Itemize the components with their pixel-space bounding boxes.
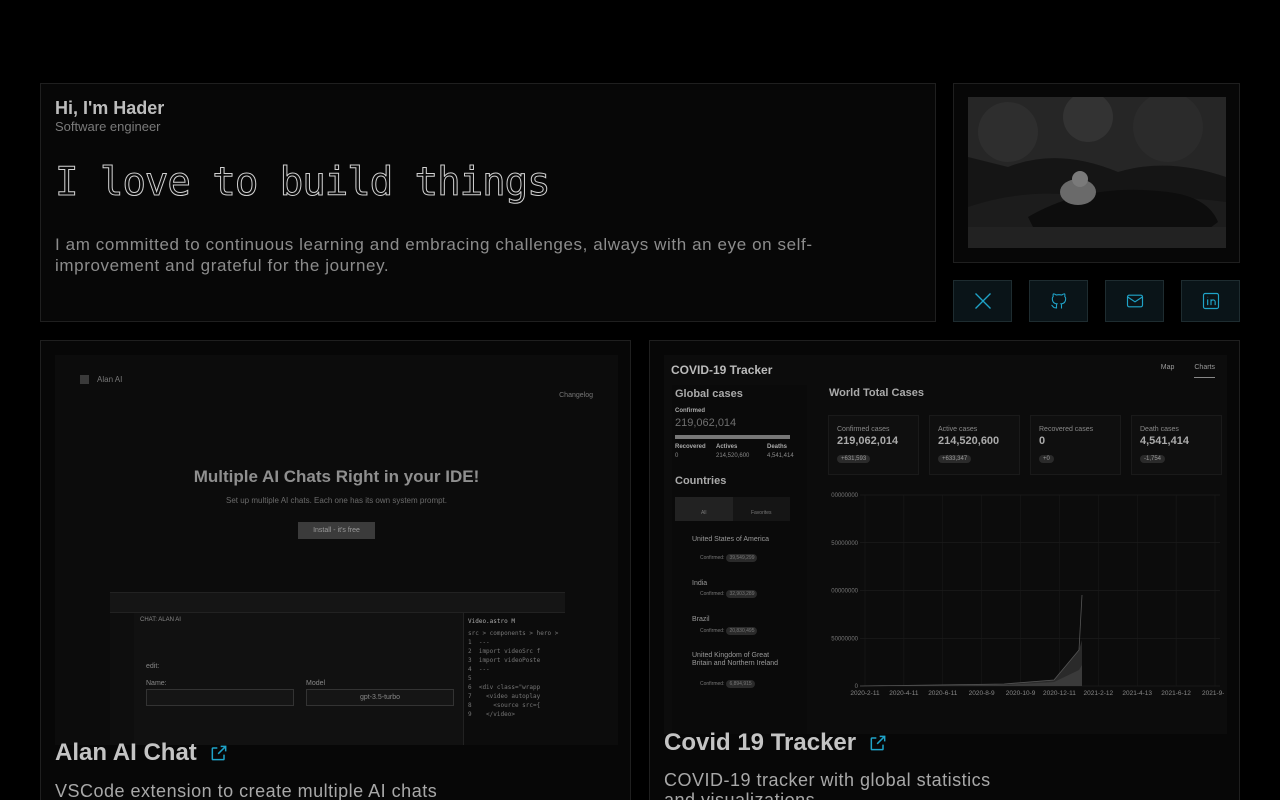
name-label: Name: (146, 680, 167, 687)
world-total-title: World Total Cases (829, 387, 924, 399)
x-tick-label: 2020-4-11 (889, 690, 919, 697)
country-name: India (692, 580, 708, 587)
project-card-covid-tracker: COVID-19 Tracker Map Charts Global cases… (649, 340, 1240, 800)
x-tick-label: 2020-12-11 (1043, 690, 1076, 697)
project-card-alan-ai: Alan AI Changelog Multiple AI Chats Righ… (40, 340, 631, 800)
x-tick-label: 2021-2-12 (1084, 690, 1114, 697)
country-name: Brazil (692, 616, 710, 623)
project-title-text[interactable]: Covid 19 Tracker (664, 729, 856, 757)
global-cases-title: Global cases (675, 388, 743, 400)
code-text: src > components > hero > 1 --- 2 import… (468, 630, 559, 718)
country-confirmed: Confirmed: 39,549,299 (700, 554, 758, 562)
x-tick-label: 2020-6-11 (928, 690, 958, 697)
role: Software engineer (55, 119, 161, 134)
github-icon (1050, 293, 1066, 309)
name-field (146, 689, 294, 706)
country-confirmed: Confirmed: 32,903,289 (700, 590, 758, 598)
recovered-label: Recovered (675, 444, 706, 450)
linkedin-link[interactable] (1181, 280, 1240, 322)
stat-cards: Confirmed cases 219,062,014 +631,593 Activ… (828, 415, 1222, 475)
email-link[interactable] (1105, 280, 1164, 322)
area-series (860, 640, 1082, 686)
world-cases-chart: 0000000050000000000000005000000002020-2-… (831, 493, 1224, 697)
stat-card: Death cases 4,541,414 -1,754 (1131, 415, 1222, 475)
project-screenshot[interactable]: COVID-19 Tracker Map Charts Global cases… (664, 355, 1227, 734)
y-tick-label: 50000000 (831, 636, 858, 642)
linkedin-icon (1202, 292, 1219, 310)
code-preview: Video.astro M src > components > hero > 1… (463, 613, 565, 745)
series-line (859, 594, 1083, 687)
country-tabs: All Favorites (675, 497, 790, 521)
project-title-text[interactable]: Alan AI Chat (55, 739, 197, 767)
model-select: gpt-3.5-turbo (306, 689, 454, 706)
github-link[interactable] (1029, 280, 1088, 322)
activity-bar (110, 613, 134, 745)
stat-card: Recovered cases 0 +0 (1030, 415, 1121, 475)
app-title: COVID-19 Tracker (671, 363, 773, 377)
tab-favorites: Favorites (750, 510, 772, 516)
x-icon (974, 293, 991, 309)
confirmed-value: 219,062,014 (675, 417, 737, 429)
x-tick-label: 2020-8-9 (969, 690, 995, 697)
tab-charts: Charts (1194, 364, 1215, 378)
tab-map: Map (1160, 364, 1175, 371)
x-tick-label: 2020-2-11 (850, 690, 880, 697)
deaths-value: 4,541,414 (767, 453, 794, 459)
x-tick-label: 2021-9-2 (1202, 690, 1224, 697)
y-tick-label: 50000000 (831, 541, 858, 547)
stat-card: Confirmed cases 219,062,014 +631,593 (828, 415, 919, 475)
tagline: I love to build things (55, 160, 552, 206)
global-cases-panel: Global cases Confirmed 219,062,014 Recov… (672, 385, 807, 734)
app-name: Alan AI (97, 375, 123, 384)
photo-card (953, 83, 1240, 263)
country-name: United Kingdom of Great Britain and Nort… (692, 652, 778, 667)
country-name: United States of America (692, 536, 770, 543)
profile-photo (968, 97, 1226, 248)
area-series (860, 665, 1082, 686)
external-link-icon[interactable] (868, 733, 888, 753)
app-header: Alan AI (80, 375, 122, 384)
screenshot-subline: Set up multiple AI chats. Each one has i… (226, 496, 447, 505)
progress-bar (675, 435, 790, 439)
project-screenshot[interactable]: Alan AI Changelog Multiple AI Chats Righ… (55, 355, 618, 745)
edit-label: edit: (146, 663, 160, 670)
greeting: Hi, I'm Hader (55, 98, 165, 118)
tab-all: All (675, 497, 733, 521)
y-tick-label: 00000000 (831, 589, 858, 595)
recovered-value: 0 (675, 453, 679, 459)
project-description: VSCode extension to create multiple AI c… (55, 781, 438, 800)
actives-label: Actives (716, 444, 738, 450)
model-label: Model (306, 680, 326, 687)
bio: I am committed to continuous learning an… (55, 235, 813, 275)
project-description: COVID-19 tracker with global statistics … (664, 770, 991, 800)
x-link[interactable] (953, 280, 1012, 322)
countries-title: Countries (675, 475, 727, 487)
confirmed-label: Confirmed (675, 408, 705, 414)
screenshot-headline: Multiple AI Chats Right in your IDE! (193, 467, 480, 486)
stat-card: Active cases 214,520,600 +633,347 (929, 415, 1020, 475)
external-link-icon[interactable] (209, 743, 229, 763)
x-tick-label: 2021-6-12 (1161, 690, 1191, 697)
ide-preview: CHAT: ALAN AI edit: Name: Model gpt-3.5-… (110, 592, 565, 745)
country-confirmed: Confirmed: 20,830,495 (700, 627, 758, 635)
project-title[interactable]: Covid 19 Tracker (664, 729, 888, 757)
actives-value: 214,520,600 (716, 453, 750, 459)
file-tab: Video.astro M (468, 618, 515, 625)
app-logo-icon (80, 375, 89, 384)
deaths-label: Deaths (767, 444, 788, 450)
install-button: Install - it's free (298, 522, 375, 539)
country-confirmed: Confirmed: 6,894,915 (700, 680, 755, 688)
changelog-link: Changelog (559, 392, 593, 399)
mail-icon (1126, 294, 1143, 308)
y-tick-label: 00000000 (831, 493, 858, 499)
x-tick-label: 2021-4-13 (1122, 690, 1152, 697)
x-tick-label: 2020-10-9 (1006, 690, 1036, 697)
intro-card: Hi, I'm Hader Software engineer I love t… (40, 83, 936, 322)
chat-label: CHAT: ALAN AI (140, 617, 181, 623)
view-tabs: Map Charts (1161, 364, 1215, 378)
project-title[interactable]: Alan AI Chat (55, 739, 229, 767)
